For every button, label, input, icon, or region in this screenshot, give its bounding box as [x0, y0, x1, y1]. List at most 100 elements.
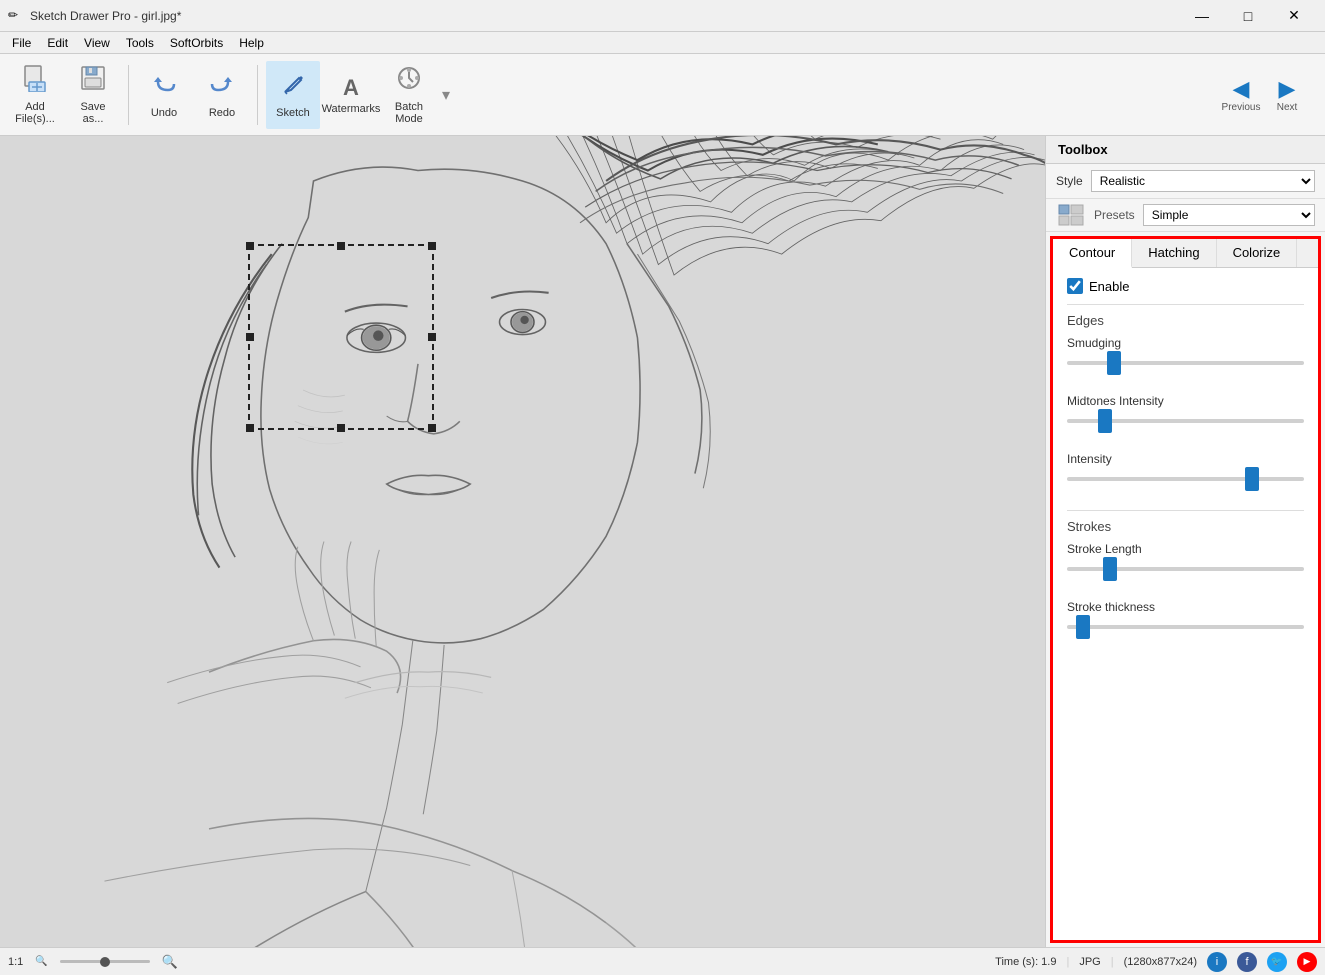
save-as-label: Save as... — [80, 101, 105, 125]
stroke-thickness-slider-container — [1067, 618, 1304, 646]
save-as-button[interactable]: Save as... — [66, 61, 120, 129]
next-icon: ▶ — [1279, 76, 1296, 102]
app-icon: ✏ — [8, 8, 24, 24]
stroke-thickness-slider[interactable] — [1067, 625, 1304, 629]
presets-select[interactable]: Simple Complex Artistic — [1143, 204, 1315, 226]
tab-colorize[interactable]: Colorize — [1217, 239, 1298, 267]
smudging-slider-container — [1067, 354, 1304, 382]
sketch-icon — [279, 70, 307, 105]
title-text: Sketch Drawer Pro - girl.jpg* — [30, 9, 1179, 23]
menu-help[interactable]: Help — [231, 34, 272, 52]
close-button[interactable]: ✕ — [1271, 0, 1317, 32]
tab-hatching[interactable]: Hatching — [1132, 239, 1216, 267]
twitter-icon[interactable]: 🐦 — [1267, 952, 1287, 972]
presets-row: Presets Simple Complex Artistic — [1046, 199, 1325, 232]
strokes-section-title: Strokes — [1067, 519, 1304, 534]
previous-label: Previous — [1222, 102, 1261, 113]
next-label: Next — [1277, 102, 1298, 113]
previous-icon: ◀ — [1233, 76, 1250, 102]
sketch-label: Sketch — [276, 107, 310, 119]
menu-file[interactable]: File — [4, 34, 39, 52]
info-icon[interactable]: i — [1207, 952, 1227, 972]
canvas-area[interactable] — [0, 136, 1045, 947]
nav-buttons: ◀ Previous ▶ Next — [1219, 73, 1309, 117]
edges-section-title: Edges — [1067, 313, 1304, 328]
zoom-slider[interactable] — [60, 960, 150, 963]
redo-label: Redo — [209, 107, 235, 119]
stroke-thickness-label: Stroke thickness — [1067, 600, 1304, 614]
enable-label: Enable — [1089, 279, 1129, 294]
smudging-slider[interactable] — [1067, 361, 1304, 365]
add-files-label: Add File(s)... — [15, 101, 55, 125]
dimensions-label: (1280x877x24) — [1124, 956, 1197, 968]
title-bar: ✏ Sketch Drawer Pro - girl.jpg* — □ ✕ — [0, 0, 1325, 32]
stroke-length-slider[interactable] — [1067, 567, 1304, 571]
status-right: Time (s): 1.9 | JPG | (1280x877x24) i f … — [995, 952, 1317, 972]
add-files-button[interactable]: Add File(s)... — [8, 61, 62, 129]
presets-icon — [1056, 203, 1086, 227]
contour-content: Enable Edges Smudging Midtones Intensity… — [1053, 268, 1318, 668]
toolbox-panel: Toolbox Style Realistic Simple Detailed … — [1045, 136, 1325, 947]
add-files-icon — [21, 64, 49, 99]
settings-panel: Contour Hatching Colorize Enable Edg — [1050, 236, 1321, 943]
tabs-row: Contour Hatching Colorize — [1053, 239, 1318, 268]
maximize-button[interactable]: □ — [1225, 0, 1271, 32]
zoom-indicator: 1:1 — [8, 956, 23, 968]
redo-icon — [208, 70, 236, 105]
midtones-label: Midtones Intensity — [1067, 394, 1304, 408]
enable-row: Enable — [1067, 278, 1304, 294]
style-select[interactable]: Realistic Simple Detailed — [1091, 170, 1315, 192]
watermarks-icon: A — [343, 75, 359, 101]
watermarks-label: Watermarks — [322, 103, 381, 115]
stroke-length-label: Stroke Length — [1067, 542, 1304, 556]
zoom-label: 1:1 — [8, 956, 23, 968]
menu-bar: File Edit View Tools SoftOrbits Help — [0, 32, 1325, 54]
midtones-slider[interactable] — [1067, 419, 1304, 423]
menu-view[interactable]: View — [76, 34, 118, 52]
zoom-slider-container — [60, 960, 150, 963]
intensity-slider[interactable] — [1067, 477, 1304, 481]
batch-mode-button[interactable]: Batch Mode — [382, 61, 436, 129]
format-label: JPG — [1079, 956, 1100, 968]
title-controls: — □ ✕ — [1179, 0, 1317, 32]
style-label: Style — [1056, 174, 1083, 188]
zoom-icon-large: 🔍 — [162, 954, 178, 970]
redo-button[interactable]: Redo — [195, 61, 249, 129]
menu-tools[interactable]: Tools — [118, 34, 162, 52]
youtube-icon[interactable]: ▶ — [1297, 952, 1317, 972]
menu-edit[interactable]: Edit — [39, 34, 76, 52]
intensity-label: Intensity — [1067, 452, 1304, 466]
minimize-button[interactable]: — — [1179, 0, 1225, 32]
facebook-icon[interactable]: f — [1237, 952, 1257, 972]
presets-label: Presets — [1094, 208, 1135, 222]
sketch-image — [0, 136, 1045, 947]
undo-icon — [150, 70, 178, 105]
smudging-label: Smudging — [1067, 336, 1304, 350]
toolbox-title: Toolbox — [1058, 142, 1108, 157]
separator-1 — [128, 65, 129, 125]
watermarks-button[interactable]: A Watermarks — [324, 61, 378, 129]
save-icon — [79, 64, 107, 99]
style-row: Style Realistic Simple Detailed — [1046, 164, 1325, 199]
previous-button[interactable]: ◀ Previous — [1219, 73, 1263, 117]
toolbar: Add File(s)... Save as... Undo — [0, 54, 1325, 136]
stroke-length-slider-container — [1067, 560, 1304, 588]
batch-mode-label: Batch Mode — [395, 101, 423, 125]
more-indicator: ▾ — [440, 85, 450, 105]
enable-checkbox[interactable] — [1067, 278, 1083, 294]
divider-1 — [1067, 304, 1304, 305]
next-button[interactable]: ▶ Next — [1265, 73, 1309, 117]
undo-button[interactable]: Undo — [137, 61, 191, 129]
separator-2 — [257, 65, 258, 125]
batch-icon — [395, 64, 423, 99]
undo-label: Undo — [151, 107, 177, 119]
main-area: Toolbox Style Realistic Simple Detailed … — [0, 136, 1325, 947]
toolbox-header: Toolbox — [1046, 136, 1325, 164]
menu-softorbits[interactable]: SoftOrbits — [162, 34, 231, 52]
sketch-button[interactable]: Sketch — [266, 61, 320, 129]
tab-contour[interactable]: Contour — [1053, 239, 1132, 268]
zoom-icon-small: 🔍 — [35, 956, 47, 967]
status-bar: 1:1 🔍 🔍 Time (s): 1.9 | JPG | (1280x877x… — [0, 947, 1325, 975]
time-label: Time (s): 1.9 — [995, 956, 1056, 968]
midtones-slider-container — [1067, 412, 1304, 440]
